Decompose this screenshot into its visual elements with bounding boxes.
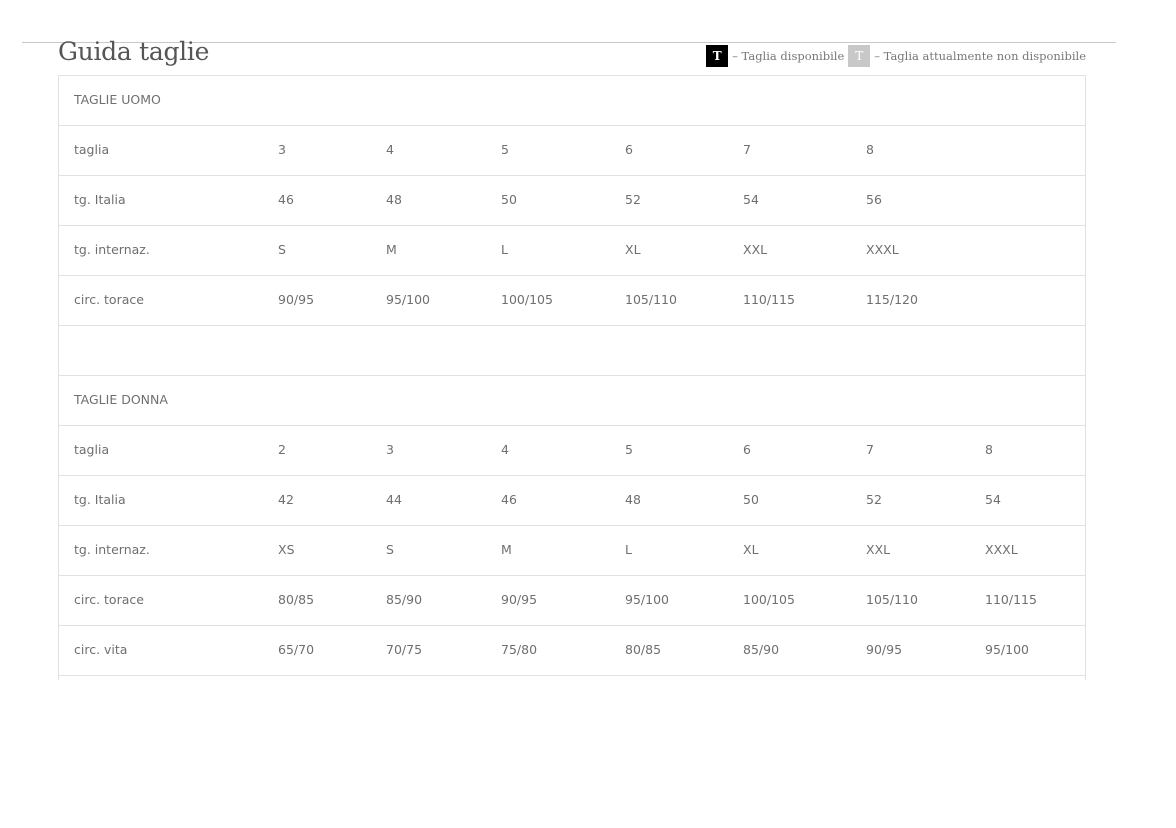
table-cell: 3 [278,142,286,157]
table-cell: 105/110 [625,292,677,307]
table-cell: 42 [278,492,294,507]
table-cell: 44 [386,492,402,507]
women-section-heading-row: TAGLIE DONNA [59,376,1085,426]
table-cell: 75/80 [501,642,538,657]
table-cell: 7 [743,142,751,157]
table-row: taglia 2 3 4 5 6 7 8 [59,426,1085,476]
table-cell: 85/90 [386,592,423,607]
spacer-row [59,326,1085,376]
women-section-heading: TAGLIE DONNA [74,392,168,407]
table-cell: XS [278,542,295,557]
table-cell: 3 [386,442,394,457]
table-row: tg. internaz. S M L XL XXL XXXL [59,226,1085,276]
table-row: tg. Italia 42 44 46 48 50 52 54 [59,476,1085,526]
table-cell: 5 [501,142,509,157]
table-cell: 100/105 [501,292,553,307]
table-cell: XL [625,242,641,257]
table-cell: 6 [625,142,633,157]
row-label: taglia [74,142,110,157]
row-label: taglia [74,442,110,457]
available-size-swatch: T [706,45,729,67]
table-cell: 90/95 [501,592,538,607]
table-cell: 95/100 [985,642,1029,657]
table-cell: 90/95 [278,292,315,307]
table-cell: XXL [866,542,891,557]
table-cell: 65/70 [278,642,315,657]
table-cell: 48 [386,192,402,207]
table-cell: 115/120 [866,292,918,307]
unavailable-size-swatch: T [848,45,871,67]
table-cell: 70/75 [386,642,423,657]
table-cell: 7 [866,442,874,457]
table-row: circ. torace 80/85 85/90 90/95 95/100 10… [59,576,1085,626]
availability-legend: T – Taglia disponibile T – Taglia attual… [706,45,1086,67]
table-cell: XXXL [866,242,899,257]
table-cell: 80/85 [278,592,315,607]
table-cell: 54 [743,192,759,207]
table-cell: 8 [985,442,993,457]
row-label: tg. Italia [74,192,126,207]
row-label: circ. torace [74,592,144,607]
table-cell: 50 [501,192,517,207]
row-label: circ. torace [74,292,144,307]
table-row: tg. Italia 46 48 50 52 54 56 [59,176,1085,226]
table-cell: 95/100 [386,292,430,307]
men-section-heading-row: TAGLIE UOMO [59,76,1085,126]
size-guide-table: TAGLIE UOMO taglia 3 4 5 6 7 8 tg. Itali… [58,75,1086,680]
row-label: tg. internaz. [74,542,150,557]
row-label: circ. vita [74,642,128,657]
table-cell: 46 [278,192,294,207]
table-cell: XL [743,542,759,557]
table-cell: 110/115 [743,292,795,307]
table-cell: 46 [501,492,517,507]
table-row: tg. internaz. XS S M L XL XXL XXXL [59,526,1085,576]
table-cell: 2 [278,442,286,457]
table-cell: M [501,542,512,557]
table-cell: 8 [866,142,874,157]
table-cell: 52 [625,192,641,207]
table-cell: XXL [743,242,768,257]
table-cell: M [386,242,397,257]
row-label: tg. internaz. [74,242,150,257]
table-cell: 105/110 [866,592,918,607]
table-cell: 5 [625,442,633,457]
page-title: Guida taglie [58,37,210,66]
table-row: circ. vita 65/70 70/75 75/80 80/85 85/90… [59,626,1085,676]
table-cell: 54 [985,492,1001,507]
table-cell: XXXL [985,542,1018,557]
table-cell: 85/90 [743,642,780,657]
table-cell: 80/85 [625,642,662,657]
table-cell: 95/100 [625,592,669,607]
table-cell: L [501,242,508,257]
unavailable-size-label: – Taglia attualmente non disponibile [874,49,1086,63]
men-section-heading: TAGLIE UOMO [74,92,161,107]
table-cell: 6 [743,442,751,457]
row-label: tg. Italia [74,492,126,507]
table-cell: S [386,542,394,557]
table-row: taglia 3 4 5 6 7 8 [59,126,1085,176]
table-cell: S [278,242,286,257]
table-cell: 4 [501,442,509,457]
available-size-label: – Taglia disponibile [732,49,845,63]
table-cell: 52 [866,492,882,507]
table-row: circ. torace 90/95 95/100 100/105 105/11… [59,276,1085,326]
table-cell: 56 [866,192,882,207]
table-cell: 110/115 [985,592,1037,607]
table-cell: 90/95 [866,642,903,657]
table-cell: L [625,542,632,557]
table-cell: 4 [386,142,394,157]
table-cell: 100/105 [743,592,795,607]
table-cell: 48 [625,492,641,507]
table-cell: 50 [743,492,759,507]
